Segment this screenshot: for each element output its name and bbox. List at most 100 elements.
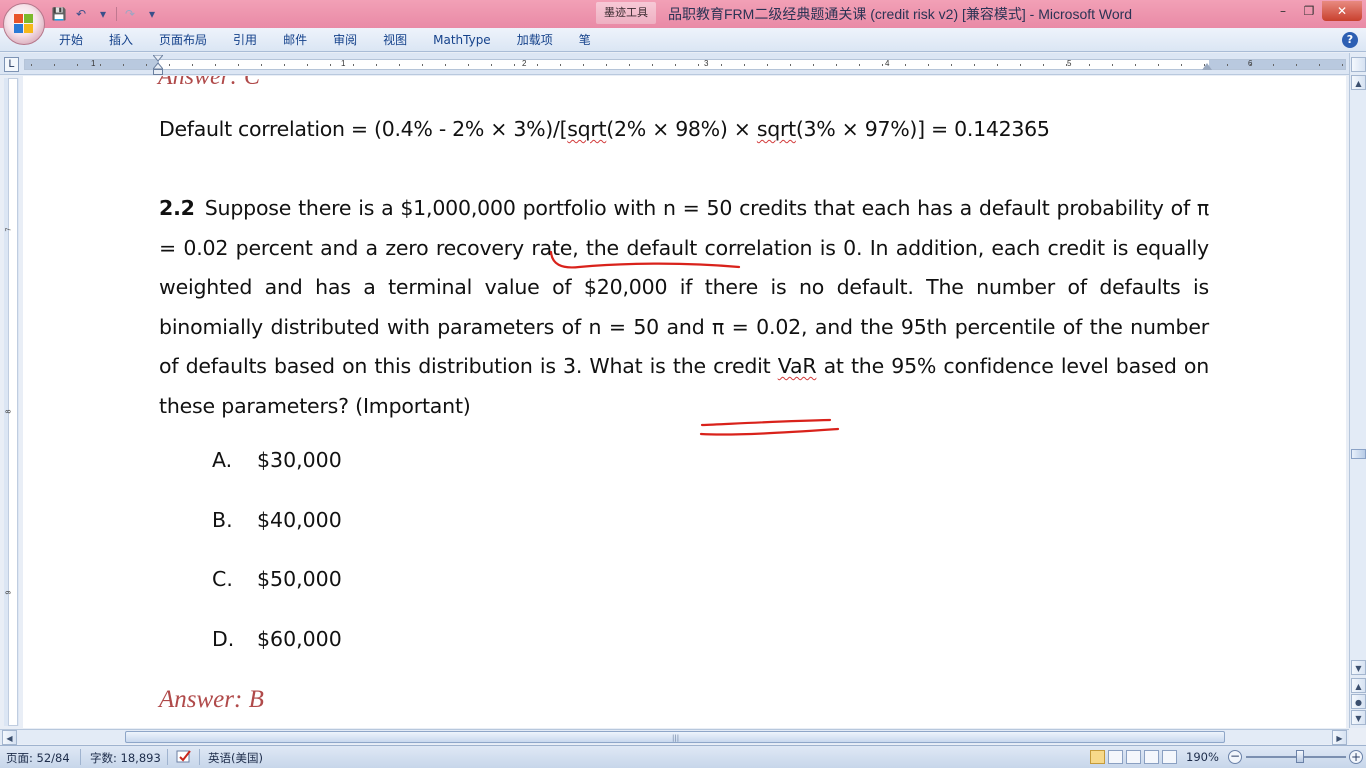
- tab-pen[interactable]: 笔: [566, 28, 604, 52]
- tab-view[interactable]: 视图: [370, 28, 420, 52]
- language-indicator[interactable]: 英语(美国): [208, 750, 263, 766]
- ruler-tick: [146, 64, 147, 66]
- tab-selector-button[interactable]: L: [4, 57, 19, 72]
- scroll-up-button[interactable]: ▲: [1351, 75, 1366, 90]
- tab-review[interactable]: 审阅: [320, 28, 370, 52]
- ruler-tick: [514, 64, 515, 66]
- print-layout-view-icon[interactable]: [1090, 750, 1105, 764]
- ruler-tick: [606, 64, 607, 66]
- tab-page-layout[interactable]: 页面布局: [146, 28, 220, 52]
- right-indent-marker-icon[interactable]: [1202, 63, 1212, 70]
- ruler-tick: [836, 64, 837, 66]
- ruler-tick: [1135, 64, 1136, 66]
- proofing-icon[interactable]: [176, 749, 194, 765]
- help-icon[interactable]: ?: [1342, 32, 1358, 48]
- ribbon-tabs: 开始 插入 页面布局 引用 邮件 审阅 视图 MathType 加载项 笔: [46, 28, 604, 52]
- office-button[interactable]: [3, 3, 45, 45]
- undo-dropdown-icon[interactable]: ▾: [94, 5, 112, 23]
- minimize-button[interactable]: –: [1270, 1, 1296, 21]
- ruler-tick: [77, 64, 78, 66]
- document-page[interactable]: Answer: C Default correlation = (0.4% - …: [23, 76, 1346, 728]
- next-page-button[interactable]: ▼: [1351, 710, 1366, 725]
- tab-home[interactable]: 开始: [46, 28, 96, 52]
- ruler-tick: [422, 64, 423, 66]
- ruler-tick: [974, 64, 975, 66]
- spelling-flag[interactable]: sqrt: [757, 117, 796, 141]
- ruler-tick: [100, 64, 101, 66]
- horizontal-ruler[interactable]: 1 1 2 3 4 5 6: [24, 59, 1346, 70]
- ruler-tick: [192, 64, 193, 66]
- ruler-tick: [215, 64, 216, 66]
- scroll-left-button[interactable]: ◀: [2, 730, 17, 745]
- redo-icon[interactable]: ↷: [121, 5, 139, 23]
- ruler-tick: [537, 64, 538, 66]
- horizontal-scroll-thumb[interactable]: |||: [125, 731, 1225, 743]
- vertical-scroll-thumb[interactable]: [1351, 449, 1366, 459]
- outline-view-icon[interactable]: [1144, 750, 1159, 764]
- ruler-number: 3: [704, 59, 709, 68]
- formula-text: Default correlation = (0.4% - 2% × 3%)/[: [159, 117, 568, 141]
- qat-separator: [116, 7, 117, 21]
- horizontal-scrollbar[interactable]: ◀ ||| ▶: [0, 729, 1349, 745]
- option-letter: D.: [212, 627, 235, 651]
- zoom-out-button[interactable]: −: [1228, 750, 1242, 764]
- restore-button[interactable]: ❐: [1296, 1, 1322, 21]
- ruler-tick: [123, 64, 124, 66]
- ruler-tick: [353, 64, 354, 66]
- ruler-tick: [169, 64, 170, 66]
- tab-mailings[interactable]: 邮件: [270, 28, 320, 52]
- spelling-flag[interactable]: sqrt: [567, 117, 606, 141]
- tab-mathtype[interactable]: MathType: [420, 28, 504, 52]
- ruler-tick: [399, 64, 400, 66]
- option-letter: A.: [212, 448, 233, 472]
- customize-qat-icon[interactable]: ▾: [143, 5, 161, 23]
- zoom-in-button[interactable]: +: [1349, 750, 1363, 764]
- ruler-tick: [1112, 64, 1113, 66]
- close-button[interactable]: ✕: [1322, 1, 1362, 21]
- previous-page-button[interactable]: ▲: [1351, 678, 1366, 693]
- ruler-tick: [1089, 64, 1090, 66]
- scroll-down-button[interactable]: ▼: [1351, 660, 1366, 675]
- ruler-tick: [54, 64, 55, 66]
- ruler-number: 2: [522, 59, 527, 68]
- draft-view-icon[interactable]: [1162, 750, 1177, 764]
- ruler-number: 8: [5, 409, 13, 414]
- ruler-tick: [31, 64, 32, 66]
- vertical-ruler[interactable]: 7 8 9: [4, 78, 19, 726]
- tab-add-ins[interactable]: 加载项: [504, 28, 566, 52]
- spelling-flag[interactable]: VaR: [778, 354, 817, 378]
- ruler-tick: [951, 64, 952, 66]
- tab-insert[interactable]: 插入: [96, 28, 146, 52]
- browse-object-button[interactable]: ●: [1351, 694, 1366, 709]
- answer-text: Answer: B: [159, 686, 264, 713]
- correlation-formula: Default correlation = (0.4% - 2% × 3%)/[…: [159, 110, 1209, 150]
- full-screen-reading-view-icon[interactable]: [1108, 750, 1123, 764]
- vertical-scrollbar[interactable]: ▲ ▼ ▲ ● ▼: [1349, 53, 1366, 728]
- formula-text: (3% × 97%)] = 0.142365: [795, 117, 1050, 141]
- word-count[interactable]: 字数: 18,893: [90, 750, 161, 766]
- option-value: $40,000: [257, 508, 342, 532]
- zoom-slider-thumb[interactable]: [1296, 750, 1304, 763]
- ink-tools-context-tab[interactable]: 墨迹工具: [596, 2, 656, 24]
- ruler-tick: [905, 64, 906, 66]
- scroll-right-button[interactable]: ▶: [1332, 730, 1347, 745]
- tab-references[interactable]: 引用: [220, 28, 270, 52]
- zoom-level[interactable]: 190%: [1186, 750, 1219, 764]
- ruler-tick: [560, 64, 561, 66]
- ruler-tick: [744, 64, 745, 66]
- ruler-toggle-button[interactable]: [1351, 57, 1366, 72]
- ruler-tick: [307, 64, 308, 66]
- previous-answer-heading: Answer: C: [158, 76, 260, 90]
- ruler-tick: [790, 64, 791, 66]
- page-count[interactable]: 页面: 52/84: [6, 750, 70, 766]
- office-logo-icon: [14, 14, 34, 34]
- ruler-tick: [767, 64, 768, 66]
- scroll-grip-icon: |||: [672, 734, 680, 742]
- option-b: B. $40,000: [212, 508, 342, 532]
- undo-icon[interactable]: ↶: [72, 5, 90, 23]
- option-value: $50,000: [257, 567, 342, 591]
- web-layout-view-icon[interactable]: [1126, 750, 1141, 764]
- ruler-tick: [261, 64, 262, 66]
- indent-marker-icon[interactable]: [153, 55, 163, 75]
- save-icon[interactable]: 💾: [50, 5, 68, 23]
